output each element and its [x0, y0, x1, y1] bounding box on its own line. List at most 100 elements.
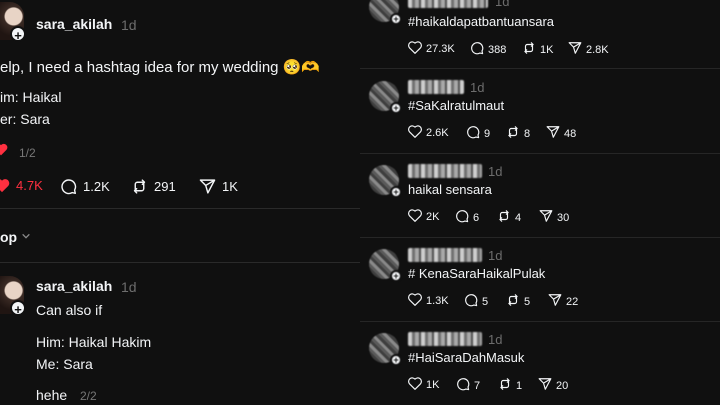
comment-icon	[470, 41, 484, 58]
follow-plus-icon[interactable]: +	[390, 102, 402, 114]
reply-avatar[interactable]: +	[369, 81, 402, 114]
share-button[interactable]: 1K	[199, 178, 238, 195]
follow-plus-icon[interactable]: +	[10, 26, 26, 43]
reply-text: #HaiSaraDahMasuk	[408, 350, 525, 365]
repost-button[interactable]: 4	[497, 209, 521, 226]
reply-text: # KenaSaraHaikalPulak	[408, 266, 546, 281]
comment-icon	[464, 293, 478, 310]
post-timestamp: 1d	[121, 17, 137, 33]
post-text-line: elp, I need a hashtag idea for my weddin…	[0, 59, 321, 76]
thread-counter: 1/2	[19, 146, 36, 160]
like-button[interactable]: 2K	[408, 209, 439, 225]
like-count: 2K	[426, 211, 440, 223]
share-button[interactable]: 30	[539, 209, 569, 226]
post-text-line: Him: Haikal Hakim	[36, 334, 152, 350]
like-button[interactable]: 4.7K	[0, 178, 43, 193]
like-button[interactable]: 1.3K	[408, 293, 449, 309]
comment-button[interactable]: 7	[456, 377, 480, 394]
section-divider	[0, 262, 360, 263]
blurred-username[interactable]	[408, 332, 482, 346]
reply-timestamp: 1d	[470, 80, 485, 95]
reply-timestamp: 1d	[495, 0, 510, 9]
chevron-down-icon	[21, 228, 31, 246]
heart-icon	[408, 293, 422, 309]
share-icon	[546, 125, 560, 142]
heart-icon	[0, 178, 10, 193]
comment-count: 388	[488, 43, 507, 56]
share-icon	[539, 209, 553, 226]
repost-button[interactable]: 5	[506, 293, 530, 310]
repost-button[interactable]: 1	[498, 377, 522, 394]
repost-count: 8	[524, 127, 531, 140]
share-button[interactable]: 48	[546, 125, 576, 142]
follow-plus-icon[interactable]: +	[390, 270, 402, 282]
repost-button[interactable]: 8	[506, 125, 530, 142]
like-button[interactable]: 1K	[408, 377, 439, 393]
comment-button[interactable]: 1.2K	[60, 178, 110, 195]
blurred-username[interactable]	[408, 0, 488, 8]
like-count: 1.3K	[426, 295, 449, 307]
repost-count: 1K	[540, 43, 554, 56]
reply-divider	[360, 153, 720, 154]
share-icon	[199, 178, 216, 195]
comment-button[interactable]: 5	[464, 293, 488, 310]
comment-icon	[456, 377, 470, 394]
reply-divider	[360, 321, 720, 322]
follow-plus-icon[interactable]: +	[10, 300, 26, 317]
reply-avatar[interactable]: +	[369, 333, 402, 366]
post-timestamp: 1d	[121, 279, 137, 295]
reply-avatar[interactable]: +	[369, 249, 402, 282]
like-button[interactable]: 27.3K	[408, 41, 455, 57]
blurred-username[interactable]	[408, 164, 482, 178]
section-divider	[0, 208, 360, 209]
post-username[interactable]: sara_akilah	[36, 16, 112, 32]
like-button[interactable]: 2.6K	[408, 125, 449, 141]
blurred-username[interactable]	[408, 248, 482, 262]
follow-plus-icon[interactable]: +	[390, 13, 402, 25]
repost-icon	[506, 293, 520, 310]
comment-count: 9	[484, 127, 491, 140]
comment-icon	[466, 125, 480, 142]
repost-icon	[498, 377, 512, 394]
repost-icon	[497, 209, 511, 226]
follow-plus-icon[interactable]: +	[390, 354, 402, 366]
heart-icon	[0, 143, 8, 161]
reply-timestamp: 1d	[488, 332, 503, 347]
share-icon	[568, 41, 582, 58]
blurred-username[interactable]	[408, 80, 464, 94]
share-button[interactable]: 22	[548, 293, 578, 310]
share-count: 30	[557, 211, 570, 224]
repost-icon	[506, 125, 520, 142]
heart-icon	[408, 209, 422, 225]
comment-icon	[455, 209, 469, 226]
sort-label: op	[0, 229, 18, 245]
reply-avatar[interactable]: +	[369, 165, 402, 198]
thread-counter: 2/2	[80, 389, 97, 403]
repost-icon	[131, 178, 148, 195]
post-username[interactable]: sara_akilah	[36, 278, 112, 294]
repost-icon	[522, 41, 536, 58]
reply-text: haikal sensara	[408, 182, 492, 197]
post-text-line: Me: Sara	[36, 356, 93, 372]
post-text-line: hehe	[36, 387, 68, 403]
comment-button[interactable]: 9	[466, 125, 490, 142]
like-count: 4.7K	[16, 178, 43, 193]
reply-avatar[interactable]: +	[369, 0, 402, 25]
comment-count: 7	[474, 379, 481, 392]
like-count: 2.6K	[426, 127, 449, 139]
follow-plus-icon[interactable]: +	[390, 186, 402, 198]
repost-button[interactable]: 291	[131, 178, 176, 195]
repost-count: 291	[154, 179, 176, 194]
repost-button[interactable]: 1K	[522, 41, 553, 58]
reply-divider	[360, 68, 720, 69]
share-count: 1K	[222, 179, 238, 194]
comment-button[interactable]: 6	[455, 209, 479, 226]
reply-text: #haikaldapatbantuansara	[408, 14, 555, 29]
heart-icon	[408, 41, 422, 57]
comment-button[interactable]: 388	[470, 41, 506, 58]
replies-sort-dropdown[interactable]: op	[0, 228, 31, 246]
share-button[interactable]: 20	[538, 377, 568, 394]
share-icon	[548, 293, 562, 310]
comment-count: 5	[482, 295, 489, 308]
share-button[interactable]: 2.8K	[568, 41, 609, 58]
